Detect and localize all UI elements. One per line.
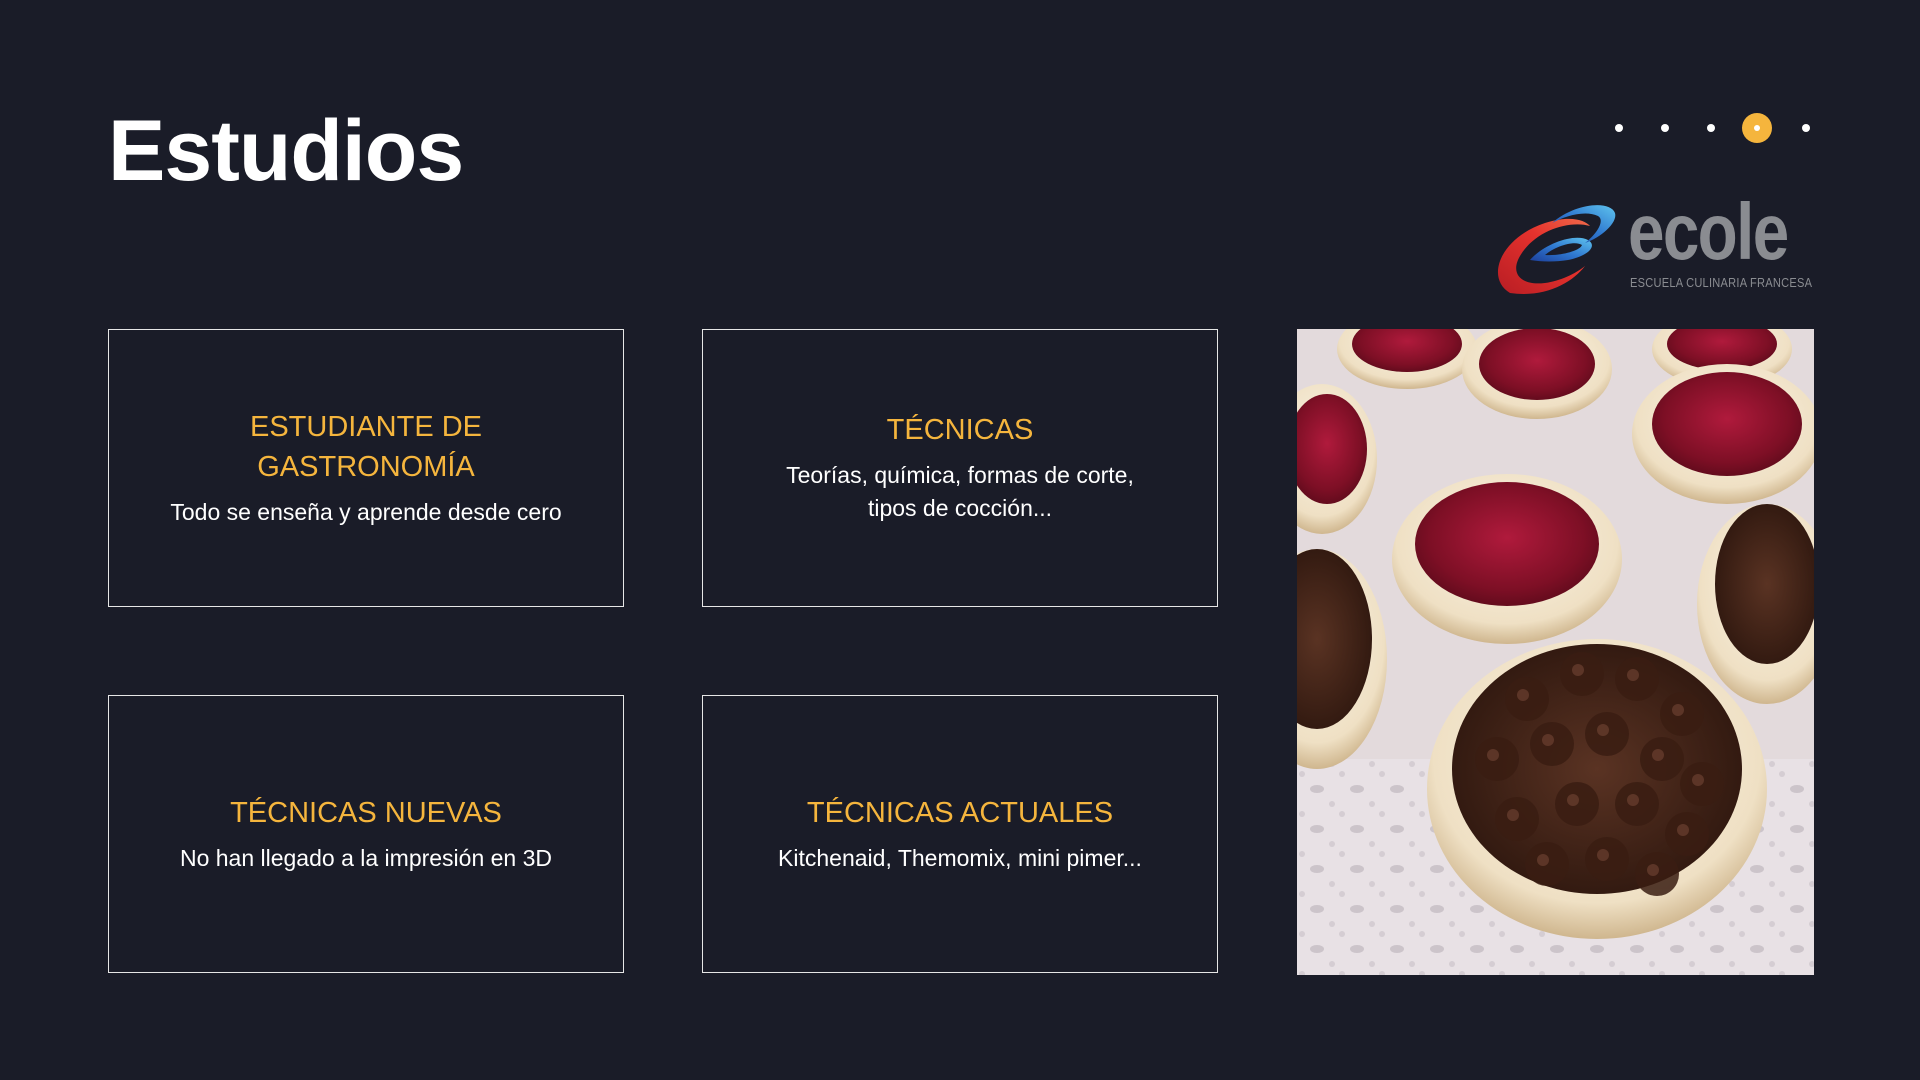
pager-dot-3[interactable] [1707,124,1715,132]
ecole-swoosh-icon [1497,205,1616,294]
slide-pager[interactable] [1615,113,1810,143]
card-title: TÉCNICAS NUEVAS [230,797,502,830]
card-title: TÉCNICAS [886,414,1034,447]
card-title: TÉCNICAS ACTUALES [806,797,1114,830]
ecole-logo: ecole ESCUELA CULINARIA FRANCESA [1490,192,1813,298]
pager-dot-5[interactable] [1802,124,1810,132]
card-tecnicas-actuales: TÉCNICAS ACTUALES Kitchenaid, Themomix, … [702,695,1218,973]
slide-title: Estudios [108,103,464,199]
pager-dot-1[interactable] [1615,124,1623,132]
card-tecnicas: TÉCNICAS Teorías, química, formas de cor… [702,329,1218,607]
card-text: Todo se enseña y aprende desde cero [170,498,562,525]
card-text: Kitchenaid, Themomix, mini pimer... [778,844,1142,871]
logo-tagline: ESCUELA CULINARIA FRANCESA [1630,275,1813,290]
card-estudiante: ESTUDIANTE DE GASTRONOMÍA Todo se enseña… [108,329,624,607]
pager-dot-4-active[interactable] [1742,113,1772,143]
logo-wordmark: ecole [1628,187,1789,276]
card-text: Teorías, química, formas de corte, tipos… [786,461,1134,522]
pager-dot-2[interactable] [1661,124,1669,132]
card-title: ESTUDIANTE DE GASTRONOMÍA [249,410,483,484]
card-tecnicas-nuevas: TÉCNICAS NUEVAS No han llegado a la impr… [108,695,624,973]
card-text: No han llegado a la impresión en 3D [179,844,553,871]
dessert-photo [1297,329,1814,975]
cheesecake-tarts-image [1297,329,1814,975]
